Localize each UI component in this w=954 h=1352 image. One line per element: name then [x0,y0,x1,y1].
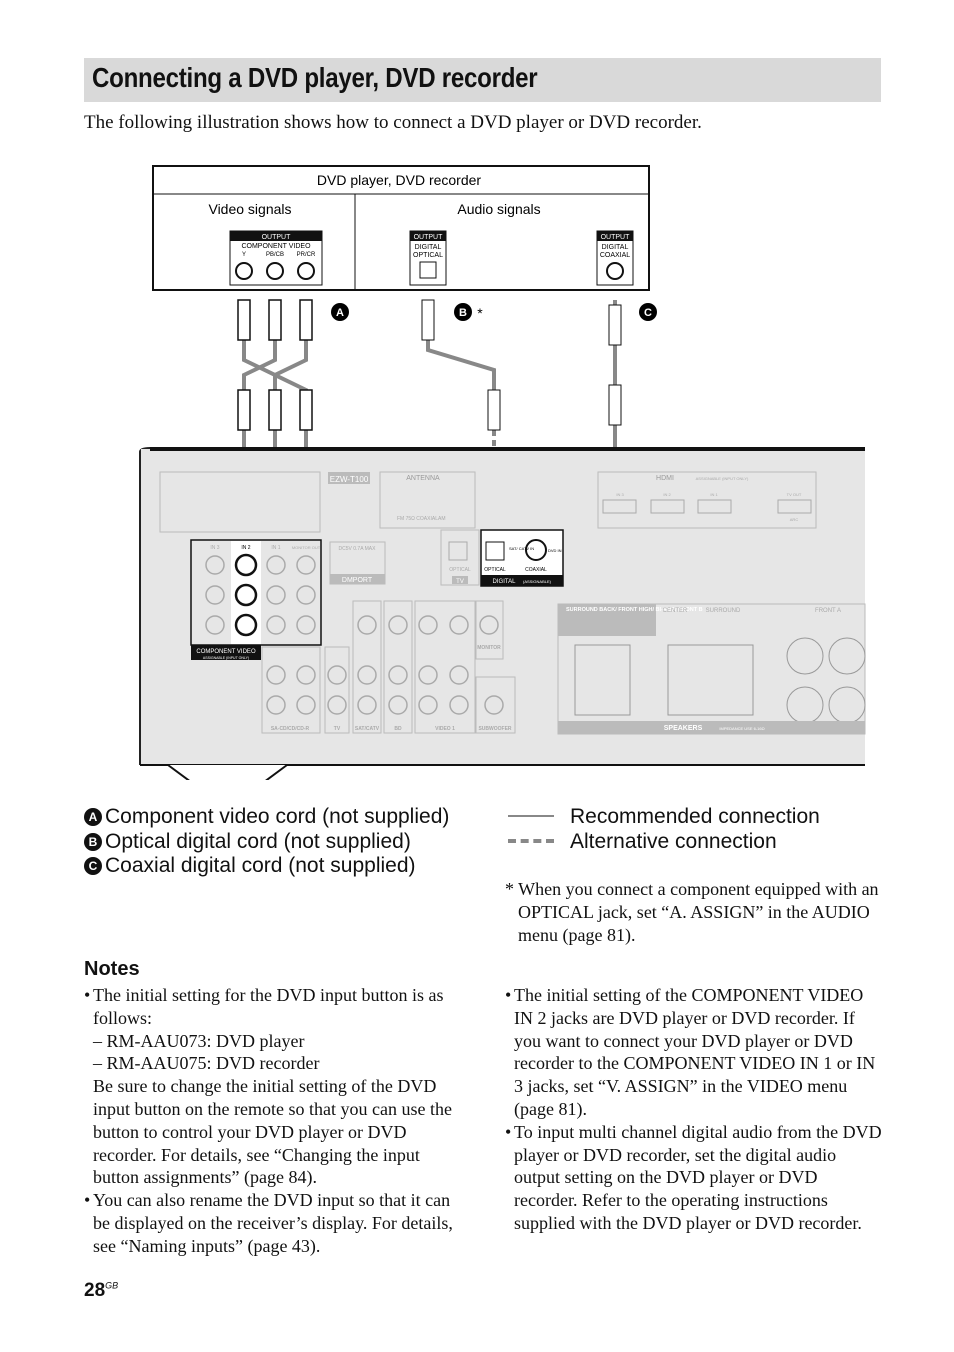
video-signals-label: Video signals [208,201,291,217]
svg-text:IMPEDANCE USE 6-16Ω: IMPEDANCE USE 6-16Ω [719,726,764,731]
svg-text:COMPONENT VIDEO: COMPONENT VIDEO [241,243,311,250]
svg-text:IN 1: IN 1 [271,545,280,551]
notes-heading: Notes [84,958,140,980]
receiver-rear-panel: EZW-T100 ANTENNA FM 75Ω COAXIAL AM HDMI A… [139,447,866,780]
svg-text:CENTER: CENTER [663,608,688,614]
svg-text:DMPORT: DMPORT [342,577,373,584]
svg-text:IN 2: IN 2 [663,492,671,497]
svg-text:FM 75Ω COAXIAL: FM 75Ω COAXIAL [397,516,438,522]
svg-text:OUTPUT: OUTPUT [414,234,444,241]
dashed-line-swatch [508,838,554,843]
page-title: Connecting a DVD player, DVD recorder [92,62,538,93]
svg-text:TV: TV [334,726,341,732]
connection-legend: Recommended connection Alternative conne… [508,805,820,854]
svg-text:SAT/ CATV IN: SAT/ CATV IN [509,546,534,551]
footnote: * When you connect a component equipped … [505,879,879,945]
svg-text:OUTPUT: OUTPUT [262,234,292,241]
svg-text:COMPONENT VIDEO: COMPONENT VIDEO [196,649,256,655]
svg-text:C: C [644,307,652,319]
svg-text:COAXIAL: COAXIAL [525,567,547,573]
note-item: The initial setting for the DVD input bu… [84,984,464,1189]
svg-text:HDMI: HDMI [656,475,674,482]
cord-legend: A Component video cord (not supplied) B Op… [84,805,449,879]
connection-diagram: DVD player, DVD recorder Video signals A… [139,165,866,780]
pr-label: PR/CR [297,252,316,258]
svg-text:DIGITAL: DIGITAL [415,244,442,251]
notes-right: The initial setting of the COMPONENT VID… [505,984,885,1235]
section-title-bar: Connecting a DVD player, DVD recorder [84,58,881,102]
svg-text:DC5V 0.7A MAX: DC5V 0.7A MAX [339,546,377,552]
svg-text:COAXIAL: COAXIAL [600,252,630,259]
note-item: You can also rename the DVD input so tha… [84,1189,464,1257]
svg-text:IN 1: IN 1 [710,492,718,497]
svg-text:ARC: ARC [790,517,799,522]
svg-text:*: * [477,305,483,321]
svg-text:BD: BD [394,726,402,732]
cord-badges: A B * C [331,303,657,321]
svg-text:SUBWOOFER: SUBWOOFER [478,726,511,732]
svg-text:TV: TV [456,579,464,585]
svg-text:DIGITAL: DIGITAL [602,244,629,251]
solid-line-swatch [508,815,554,817]
note-item: The initial setting of the COMPONENT VID… [505,984,885,1121]
svg-text:SURROUND: SURROUND [706,608,741,614]
svg-text:AM: AM [438,516,446,522]
device-title: DVD player, DVD recorder [317,172,482,188]
legend-c: C Coaxial digital cord (not supplied) [84,854,449,879]
svg-text:ASSIGNABLE (INPUT ONLY): ASSIGNABLE (INPUT ONLY) [203,656,249,660]
svg-text:TV OUT: TV OUT [787,492,802,497]
svg-text:OPTICAL: OPTICAL [413,252,443,259]
note-item: To input multi channel digital audio fro… [505,1121,885,1235]
svg-text:VIDEO 1: VIDEO 1 [435,726,455,732]
svg-text:SPEAKERS: SPEAKERS [664,725,703,732]
manual-page: Connecting a DVD player, DVD recorder Th… [0,0,954,1352]
legend-a: A Component video cord (not supplied) [84,805,449,830]
svg-text:IN 3: IN 3 [616,492,624,497]
svg-text:SAT/CATV: SAT/CATV [355,726,380,732]
component-plugs [237,299,313,431]
svg-text:SA-CD/CD/CD-R: SA-CD/CD/CD-R [271,726,310,732]
svg-text:FRONT A: FRONT A [815,608,841,614]
dvd-device: DVD player, DVD recorder Video signals A… [152,165,650,291]
svg-text:DVD IN: DVD IN [548,548,562,553]
audio-signals-label: Audio signals [457,201,540,217]
svg-text:OPTICAL: OPTICAL [449,567,471,573]
svg-text:MONITOR: MONITOR [477,645,501,651]
svg-text:OPTICAL: OPTICAL [484,567,506,573]
svg-text:B: B [459,307,467,319]
notes-left: The initial setting for the DVD input bu… [84,984,464,1258]
svg-text:(ASSIGNABLE): (ASSIGNABLE) [523,579,552,584]
page-number: 28GB [84,1280,119,1301]
svg-text:OUTPUT: OUTPUT [601,234,631,241]
svg-text:A: A [336,307,344,319]
svg-text:IN 2: IN 2 [241,545,250,551]
legend-b: B Optical digital cord (not supplied) [84,830,449,855]
pb-label: PB/CB [266,252,284,258]
y-label: Y [242,252,246,258]
svg-text:ASSIGNABLE (INPUT ONLY): ASSIGNABLE (INPUT ONLY) [696,476,749,481]
svg-text:ANTENNA: ANTENNA [406,475,440,482]
intro-text: The following illustration shows how to … [84,112,702,133]
svg-text:IN 3: IN 3 [210,545,219,551]
svg-text:MONITOR OUT: MONITOR OUT [292,545,321,550]
svg-text:DIGITAL: DIGITAL [493,579,517,585]
svg-text:EZW-T100: EZW-T100 [330,475,369,484]
